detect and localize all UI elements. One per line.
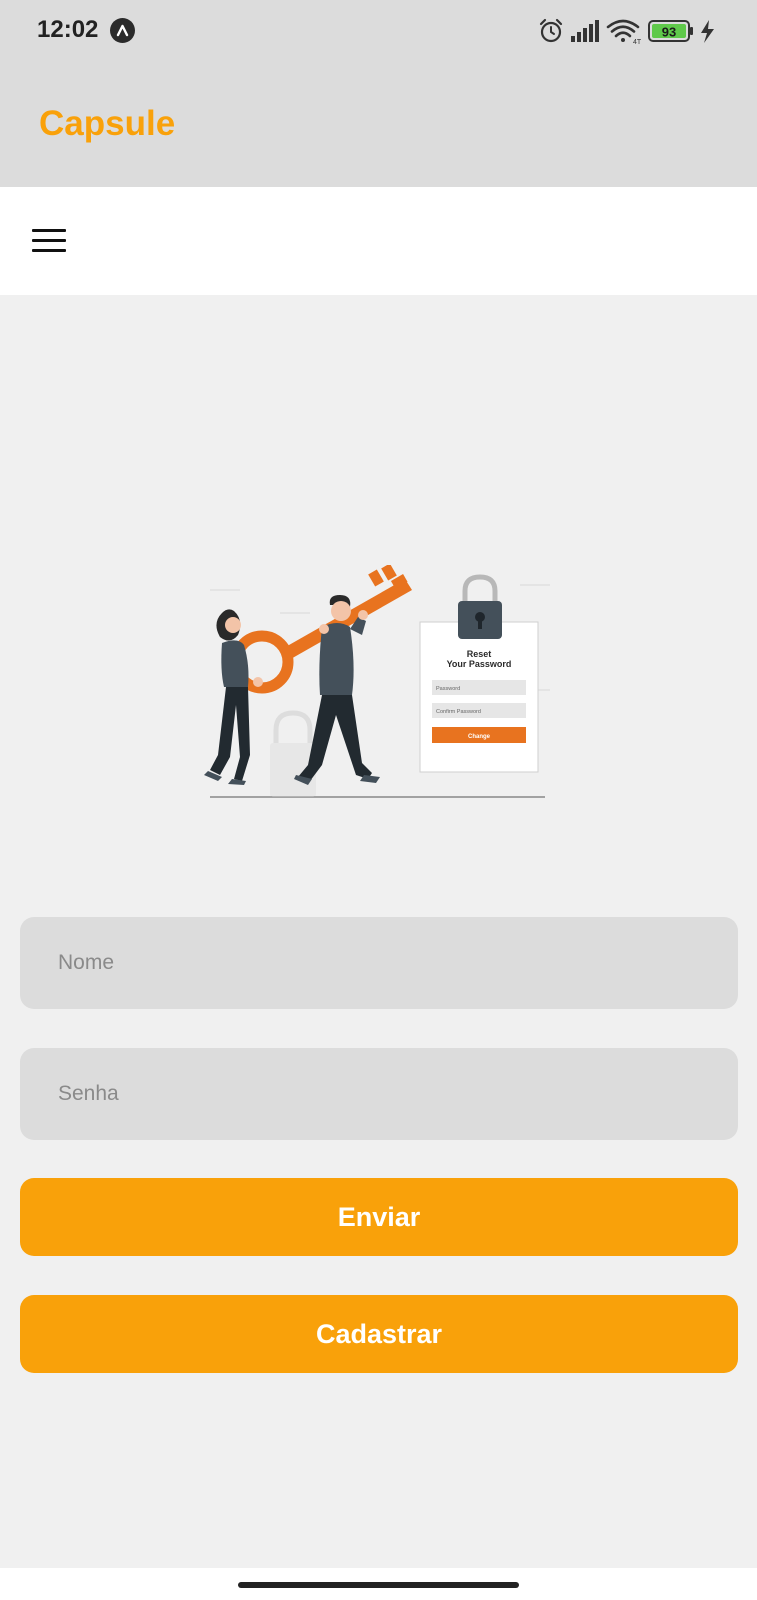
alarm-icon: [539, 18, 563, 43]
home-indicator[interactable]: [238, 1582, 519, 1588]
password-input[interactable]: [20, 1048, 738, 1140]
battery-icon: 93: [648, 20, 693, 42]
name-input[interactable]: [20, 917, 738, 1009]
toolbar: [0, 187, 757, 295]
submit-button[interactable]: Enviar: [20, 1178, 738, 1256]
status-bar: 12:02 4T 93: [0, 0, 757, 62]
reset-password-illustration: Reset Your Password Password Confirm Pas…: [200, 563, 560, 805]
card-title-line1: Reset: [467, 649, 492, 659]
svg-text:4T: 4T: [633, 39, 642, 45]
status-icons: 4T 93: [537, 17, 727, 46]
card-field2: Confirm Password: [436, 709, 481, 715]
hamburger-menu-icon[interactable]: [26, 217, 72, 263]
battery-level: 93: [662, 25, 676, 40]
card-button: Change: [468, 734, 491, 740]
navigation-bar: [0, 1568, 757, 1600]
app-notification-icon: [110, 18, 135, 43]
card-title-line2: Your Password: [447, 659, 512, 669]
register-button[interactable]: Cadastrar: [20, 1295, 738, 1373]
padlock-icon: [458, 574, 502, 639]
signal-icon: [571, 20, 599, 42]
charging-icon: [701, 20, 714, 43]
card-field1: Password: [436, 686, 460, 692]
reset-card: Reset Your Password Password Confirm Pas…: [419, 621, 539, 773]
status-time: 12:02: [37, 16, 99, 43]
app-title: Capsule: [39, 104, 176, 143]
app-header: Capsule: [0, 62, 757, 187]
